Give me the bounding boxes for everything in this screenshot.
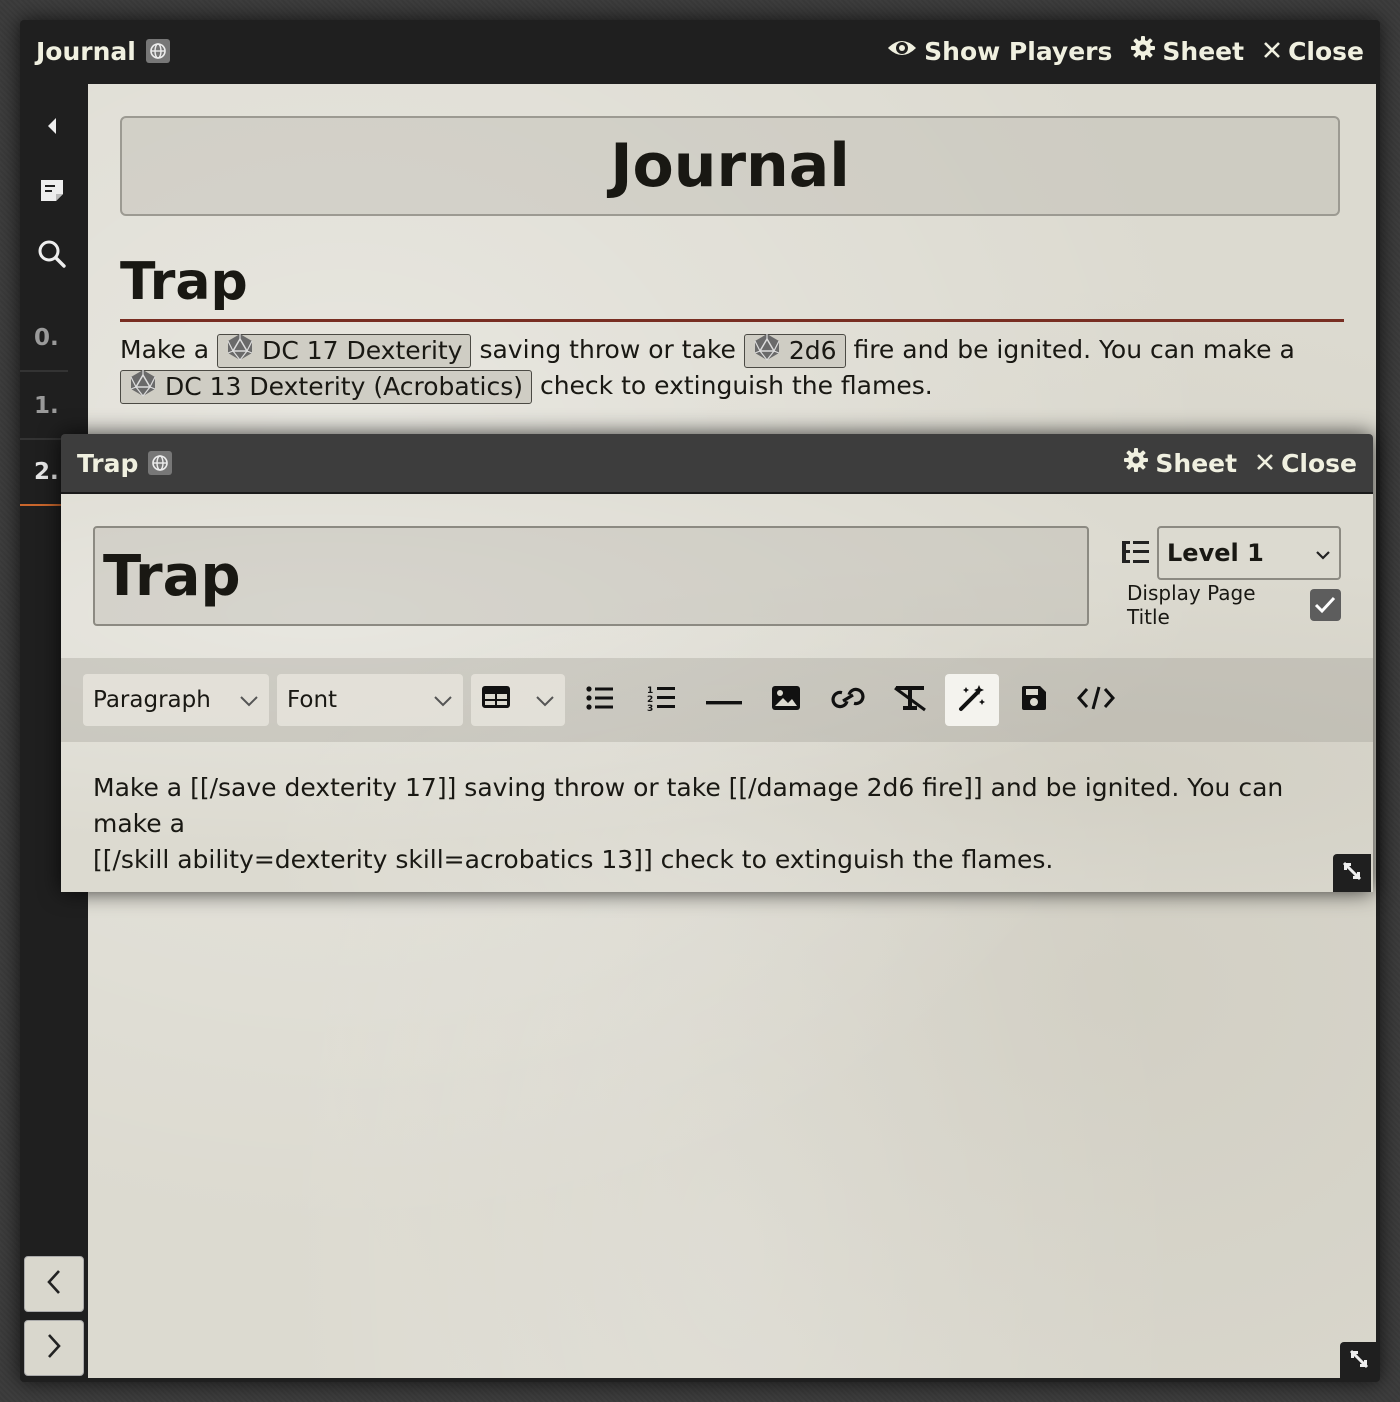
page-tab-number: 2. bbox=[34, 459, 59, 485]
window-title-text: Journal bbox=[36, 36, 136, 66]
previous-page-button[interactable] bbox=[24, 1256, 84, 1312]
numbered-list-button[interactable]: 123 bbox=[635, 674, 689, 726]
text-segment: check to extinguish the flames. bbox=[539, 371, 933, 400]
resize-handle[interactable] bbox=[1340, 1342, 1378, 1380]
insert-link-button[interactable] bbox=[821, 674, 875, 726]
popup-title: Trap bbox=[77, 448, 139, 478]
heading-level-icon bbox=[1121, 538, 1151, 570]
save-button[interactable] bbox=[1007, 674, 1061, 726]
link-icon bbox=[831, 686, 865, 714]
close-icon bbox=[1255, 449, 1275, 478]
text-segment: Make a bbox=[120, 335, 210, 364]
numbered-list-icon: 123 bbox=[647, 684, 677, 716]
close-label: Close bbox=[1288, 36, 1364, 66]
show-players-button[interactable]: Show Players bbox=[886, 35, 1112, 67]
resize-icon bbox=[1341, 860, 1363, 886]
chevron-down-icon bbox=[433, 687, 453, 713]
page-title-input[interactable]: Trap bbox=[93, 526, 1089, 626]
next-page-button[interactable] bbox=[24, 1320, 84, 1376]
chevron-down-icon bbox=[239, 687, 259, 713]
gear-icon bbox=[1130, 35, 1156, 67]
chevron-right-icon bbox=[45, 1333, 63, 1363]
paragraph-select[interactable]: Paragraph bbox=[83, 674, 269, 726]
globe-icon bbox=[148, 451, 173, 475]
text-segment: saving throw or take bbox=[479, 335, 736, 364]
chevron-down-icon bbox=[1315, 539, 1331, 567]
horizontal-rule-icon bbox=[706, 691, 742, 710]
window-title: Journal bbox=[36, 37, 170, 66]
display-title-label: Display Page Title bbox=[1127, 581, 1256, 629]
code-icon bbox=[1076, 685, 1116, 715]
sheet-button[interactable]: Sheet bbox=[1130, 35, 1244, 67]
editor-line: [[/skill ability=dexterity skill=acrobat… bbox=[93, 845, 1054, 874]
chip-label: DC 13 Dexterity (Acrobatics) bbox=[165, 372, 523, 401]
text-segment: fire and be ignited. You can make a bbox=[853, 335, 1295, 364]
font-select[interactable]: Font bbox=[277, 674, 463, 726]
page-tab-number: 1. bbox=[34, 393, 59, 419]
level-select-value: Level 1 bbox=[1167, 539, 1264, 567]
editor-line: Make a [[/save dexterity 17]] saving thr… bbox=[93, 773, 1284, 838]
resize-icon bbox=[1348, 1348, 1370, 1374]
create-page-icon[interactable] bbox=[32, 170, 72, 210]
magic-wand-button[interactable] bbox=[945, 674, 999, 726]
display-title-checkbox[interactable] bbox=[1309, 589, 1341, 621]
close-icon bbox=[1262, 37, 1282, 66]
image-icon bbox=[771, 685, 801, 715]
save-icon bbox=[1021, 685, 1047, 715]
damage-roll-chip[interactable]: 2d6 bbox=[743, 333, 846, 369]
magic-wand-icon bbox=[957, 683, 987, 717]
page-tab-number: 0. bbox=[34, 325, 59, 351]
chevron-left-icon bbox=[45, 1269, 63, 1299]
bullet-list-icon bbox=[585, 685, 615, 715]
popup-header[interactable]: Trap Sheet Close bbox=[61, 434, 1373, 494]
bullet-list-button[interactable] bbox=[573, 674, 627, 726]
d20-icon bbox=[753, 333, 781, 369]
page-text: Make a DC 17 Dexterity saving throw or t… bbox=[120, 332, 1340, 404]
save-roll-chip[interactable]: DC 17 Dexterity bbox=[217, 333, 472, 369]
check-icon bbox=[1315, 596, 1336, 614]
skill-roll-chip[interactable]: DC 13 Dexterity (Acrobatics) bbox=[120, 370, 532, 404]
editor-toolbar: Paragraph Font 123 bbox=[61, 658, 1373, 742]
font-select-label: Font bbox=[287, 687, 338, 713]
popup-close-button[interactable]: Close bbox=[1255, 449, 1357, 478]
chip-label: DC 17 Dexterity bbox=[262, 336, 463, 365]
gear-icon bbox=[1123, 447, 1149, 479]
page-tab-0[interactable]: 0. bbox=[20, 306, 68, 372]
chevron-down-icon bbox=[535, 687, 555, 713]
level-select[interactable]: Level 1 bbox=[1157, 526, 1341, 580]
svg-text:3: 3 bbox=[647, 704, 653, 712]
collapse-sidebar-icon[interactable] bbox=[32, 106, 72, 146]
globe-icon bbox=[145, 39, 170, 63]
window-header[interactable]: Journal Show Players Sheet Close bbox=[20, 20, 1380, 82]
page-editor-popup: Trap Sheet Close Trap Level 1 Display Pa… bbox=[61, 434, 1373, 892]
chip-label: 2d6 bbox=[788, 336, 837, 365]
clear-formatting-button[interactable] bbox=[883, 674, 937, 726]
popup-sheet-label: Sheet bbox=[1155, 448, 1238, 478]
eye-icon bbox=[886, 35, 918, 67]
sheet-label: Sheet bbox=[1162, 36, 1245, 66]
search-icon[interactable] bbox=[32, 234, 72, 274]
paragraph-select-label: Paragraph bbox=[93, 687, 211, 713]
clear-formatting-icon bbox=[892, 684, 928, 716]
d20-icon bbox=[129, 369, 157, 405]
display-title-row: Display Page Title bbox=[1127, 581, 1341, 629]
popup-body: Trap Level 1 Display Page Title Paragrap… bbox=[61, 494, 1373, 892]
table-icon bbox=[481, 684, 511, 716]
popup-resize-handle[interactable] bbox=[1333, 854, 1371, 892]
show-players-label: Show Players bbox=[924, 36, 1113, 66]
popup-close-label: Close bbox=[1281, 448, 1357, 478]
journal-heading: Journal bbox=[120, 116, 1340, 216]
close-button[interactable]: Close bbox=[1262, 37, 1364, 66]
popup-sheet-button[interactable]: Sheet bbox=[1123, 447, 1237, 479]
d20-icon bbox=[226, 333, 254, 369]
insert-image-button[interactable] bbox=[759, 674, 813, 726]
page-title: Trap bbox=[120, 252, 1344, 322]
table-dropdown[interactable] bbox=[471, 674, 565, 726]
source-code-button[interactable] bbox=[1069, 674, 1123, 726]
horizontal-rule-button[interactable] bbox=[697, 674, 751, 726]
page-tab-1[interactable]: 1. bbox=[20, 374, 68, 440]
editor-content[interactable]: Make a [[/save dexterity 17]] saving thr… bbox=[93, 770, 1341, 878]
